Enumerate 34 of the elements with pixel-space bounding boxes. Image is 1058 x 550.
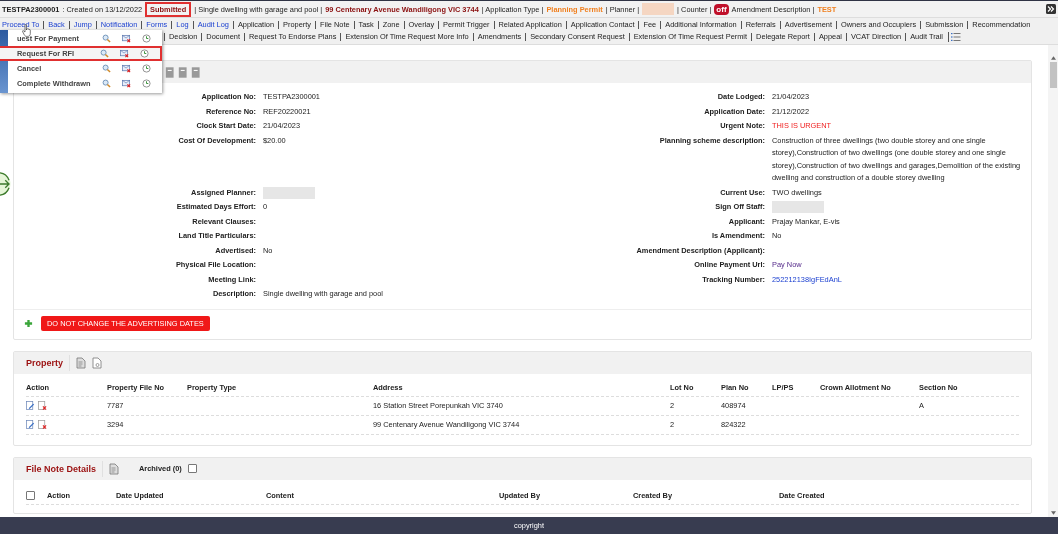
- scrollbar[interactable]: [1048, 45, 1058, 517]
- mail-delete-icon[interactable]: [122, 34, 131, 43]
- select-all-checkbox[interactable]: [26, 491, 35, 500]
- search-icon[interactable]: [102, 64, 111, 73]
- mail-delete-icon[interactable]: [122, 64, 131, 73]
- clock-icon[interactable]: [142, 79, 151, 88]
- document-add-icon[interactable]: [76, 356, 86, 369]
- redacted-block: [642, 3, 675, 15]
- edit-icon[interactable]: [26, 420, 35, 429]
- delete-icon[interactable]: [38, 401, 47, 410]
- redacted-block: [772, 201, 824, 214]
- document-search-icon[interactable]: [92, 356, 102, 369]
- clock-icon[interactable]: [142, 64, 151, 73]
- document-add-icon[interactable]: [109, 462, 120, 475]
- plus-icon[interactable]: [24, 318, 33, 328]
- search-icon[interactable]: [102, 79, 111, 88]
- double-chevron-icon[interactable]: [1046, 4, 1056, 14]
- redacted-block: [263, 186, 315, 199]
- mail-delete-icon[interactable]: [122, 79, 131, 88]
- search-icon[interactable]: [100, 49, 109, 58]
- section-title: Property: [26, 357, 63, 368]
- edit-icon[interactable]: [26, 401, 35, 410]
- scroll-up-icon[interactable]: [1050, 56, 1056, 60]
- section-title: File Note Details: [26, 463, 97, 474]
- delete-icon[interactable]: [38, 420, 47, 429]
- scroll-down-icon[interactable]: [1050, 511, 1056, 515]
- search-icon[interactable]: [102, 34, 111, 43]
- list-icon[interactable]: [948, 32, 962, 42]
- mail-delete-icon[interactable]: [120, 49, 129, 58]
- counter-badge: off: [714, 3, 729, 15]
- clock-icon[interactable]: [140, 49, 149, 58]
- scrollbar-thumb[interactable]: [1049, 62, 1057, 88]
- archived-checkbox[interactable]: [187, 464, 197, 473]
- clock-icon[interactable]: [142, 34, 151, 43]
